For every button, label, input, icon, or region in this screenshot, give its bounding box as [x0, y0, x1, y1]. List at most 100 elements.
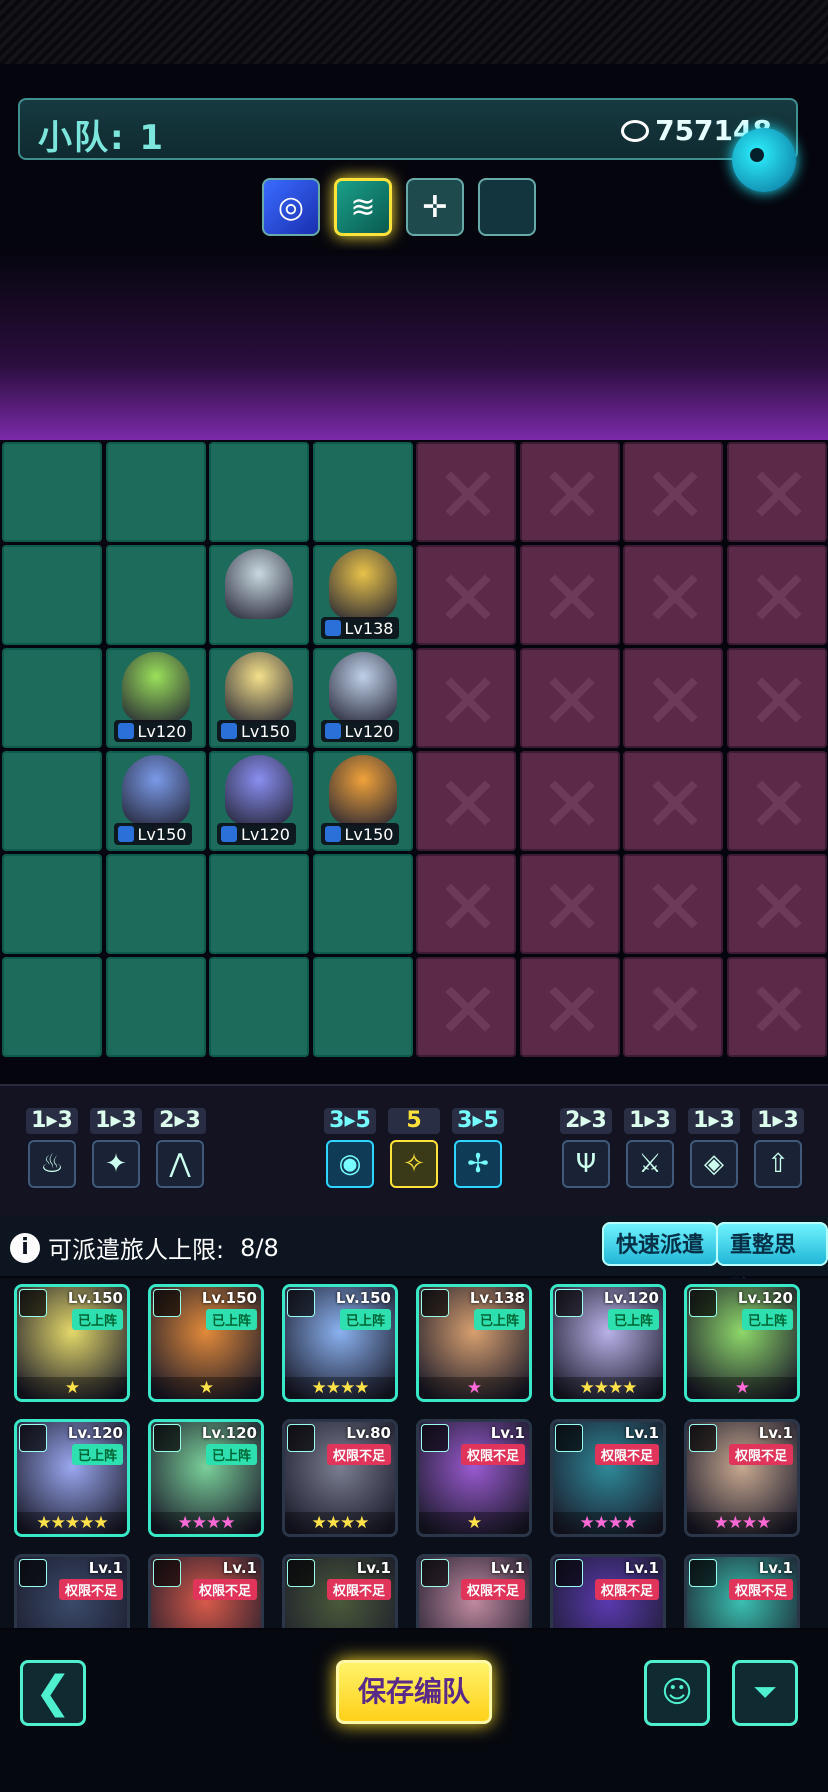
enemy-grid-cell[interactable]	[726, 854, 827, 954]
roster-card[interactable]: Lv.120 已上阵 ★★★★	[550, 1284, 666, 1402]
enemy-grid-cell[interactable]	[519, 854, 620, 954]
character-roster: Lv.150 已上阵 ★ Lv.150 已上阵 ★ Lv.150 已上阵 ★★★★ Lv.138 已…	[0, 1278, 828, 1628]
deployed-unit[interactable]: Lv120	[108, 648, 204, 748]
synergy-item[interactable]: 1▸3 ✦	[90, 1108, 142, 1188]
enemy-grid-cell[interactable]	[416, 957, 516, 1057]
roster-card[interactable]: Lv.138 已上阵 ★	[416, 1284, 532, 1402]
enemy-grid-cell[interactable]	[623, 751, 723, 851]
synergy-item[interactable]: 3▸5 ◉	[324, 1108, 376, 1188]
synergy-item[interactable]: 5 ✧	[388, 1108, 440, 1188]
deployed-unit[interactable]: Lv150	[211, 648, 307, 748]
enemy-grid-cell[interactable]	[623, 957, 723, 1057]
quick-dispatch-button[interactable]: 快速派遣	[602, 1222, 719, 1266]
pacman-mascot-icon[interactable]	[732, 128, 796, 192]
enemy-grid-cell[interactable]	[519, 751, 620, 851]
synergy-item[interactable]: 1▸3 ♨	[26, 1108, 78, 1188]
unit-level: Lv138	[344, 618, 394, 638]
roster-card[interactable]: Lv.1 权限不足 ★★★★	[684, 1419, 800, 1537]
enemy-grid-cell[interactable]	[416, 854, 516, 954]
enemy-grid-cell[interactable]	[623, 442, 723, 542]
ally-grid-cell[interactable]	[105, 545, 206, 645]
info-icon[interactable]: i	[10, 1232, 40, 1263]
enemy-grid-cell[interactable]	[519, 442, 620, 542]
enemy-grid-cell[interactable]	[726, 648, 827, 748]
filter-button[interactable]: ⏷	[732, 1660, 798, 1726]
deployed-unit[interactable]: Lv138	[315, 545, 411, 645]
enemy-grid-cell[interactable]	[726, 442, 827, 542]
roster-card[interactable]: Lv.120 已上阵 ★★★★	[148, 1419, 264, 1537]
arrow-up-icon: ⇧	[754, 1140, 802, 1188]
roster-card[interactable]: Lv.150 已上阵 ★★★★	[282, 1284, 398, 1402]
enemy-grid-cell[interactable]	[519, 648, 620, 748]
sparkle-star-icon: ✧	[390, 1140, 438, 1188]
synergy-item[interactable]: 2▸3 Ψ	[560, 1108, 612, 1188]
enemy-grid-cell[interactable]	[416, 442, 516, 542]
ally-grid-cell[interactable]	[2, 957, 102, 1057]
roster-card[interactable]: Lv.1 权限不足	[282, 1554, 398, 1628]
enemy-grid-cell[interactable]	[623, 648, 723, 748]
galaxy-swirl-icon[interactable]: ◎	[262, 178, 320, 236]
enemy-grid-cell[interactable]	[726, 957, 827, 1057]
star-rating: ★	[419, 1377, 529, 1399]
ally-grid-cell[interactable]	[105, 957, 206, 1057]
roster-card[interactable]: Lv.1 权限不足	[148, 1554, 264, 1628]
roster-card[interactable]: Lv.1 权限不足	[684, 1554, 800, 1628]
ally-grid-cell[interactable]	[105, 442, 206, 542]
ally-grid-cell[interactable]	[2, 648, 102, 748]
ally-grid-cell[interactable]	[209, 854, 309, 954]
save-formation-button[interactable]: 保存编队	[336, 1660, 492, 1724]
enemy-grid-cell[interactable]	[519, 545, 620, 645]
ally-grid-cell[interactable]	[2, 751, 102, 851]
reorganize-button[interactable]: 重整思路	[716, 1222, 828, 1302]
ally-grid-cell[interactable]	[209, 442, 309, 542]
enemy-grid-cell[interactable]	[623, 545, 723, 645]
ally-grid-cell[interactable]	[105, 854, 206, 954]
enemy-grid-cell[interactable]	[726, 545, 827, 645]
brain-button[interactable]: ☺	[644, 1660, 710, 1726]
roster-card[interactable]: Lv.1 权限不足	[14, 1554, 130, 1628]
roster-card[interactable]: Lv.80 权限不足 ★★★★	[282, 1419, 398, 1537]
card-level: Lv.150	[335, 1289, 391, 1307]
deployed-unit[interactable]: Lv120	[211, 751, 307, 851]
enemy-grid-cell[interactable]	[416, 648, 516, 748]
wave-hourglass-icon[interactable]: ≋	[334, 178, 392, 236]
ally-grid-cell[interactable]	[312, 957, 413, 1057]
ally-grid-cell[interactable]	[2, 442, 102, 542]
ally-grid-cell[interactable]	[312, 854, 413, 954]
synergy-item[interactable]: 2▸3 ⋀	[154, 1108, 206, 1188]
deployed-unit[interactable]	[211, 545, 307, 645]
deployed-unit[interactable]: Lv150	[108, 751, 204, 851]
ally-grid-cell[interactable]	[2, 545, 102, 645]
synergy-item[interactable]: 1▸3 ⚔	[624, 1108, 676, 1188]
crosshair-shield-icon[interactable]: ✛	[406, 178, 464, 236]
sky-glow	[0, 250, 828, 440]
star-rating: ★★★★	[285, 1377, 395, 1399]
ally-grid-cell[interactable]	[312, 442, 413, 542]
roster-card[interactable]: Lv.1 权限不足 ★★★★	[550, 1419, 666, 1537]
formation-slot-empty[interactable]	[478, 178, 536, 236]
enemy-grid-cell[interactable]	[726, 751, 827, 851]
roster-card[interactable]: Lv.1 权限不足	[550, 1554, 666, 1628]
roster-card[interactable]: Lv.150 已上阵 ★	[148, 1284, 264, 1402]
synergy-item[interactable]: 1▸3 ⇧	[752, 1108, 804, 1188]
enemy-grid-cell[interactable]	[416, 545, 516, 645]
enemy-grid-cell[interactable]	[416, 751, 516, 851]
roster-card[interactable]: Lv.150 已上阵 ★	[14, 1284, 130, 1402]
roster-card[interactable]: Lv.120 已上阵 ★	[684, 1284, 800, 1402]
synergy-item[interactable]: 3▸5 ✢	[452, 1108, 504, 1188]
ally-grid-cell[interactable]	[209, 957, 309, 1057]
back-button[interactable]: ❮	[20, 1660, 86, 1726]
mountain-peak-icon: ⋀	[156, 1140, 204, 1188]
locked-badge: 权限不足	[594, 1444, 659, 1465]
enemy-grid-cell[interactable]	[519, 957, 620, 1057]
deployed-unit[interactable]: Lv120	[315, 648, 411, 748]
enemy-grid-cell[interactable]	[623, 854, 723, 954]
unit-level: Lv150	[241, 721, 290, 741]
roster-card[interactable]: Lv.120 已上阵 ★★★★★	[14, 1419, 130, 1537]
roster-card[interactable]: Lv.1 权限不足 ★	[416, 1419, 532, 1537]
deployed-unit[interactable]: Lv150	[315, 751, 411, 851]
ally-grid-cell[interactable]	[2, 854, 102, 954]
synergy-item[interactable]: 1▸3 ◈	[688, 1108, 740, 1188]
roster-card[interactable]: Lv.1 权限不足	[416, 1554, 532, 1628]
power-icon	[621, 119, 650, 142]
